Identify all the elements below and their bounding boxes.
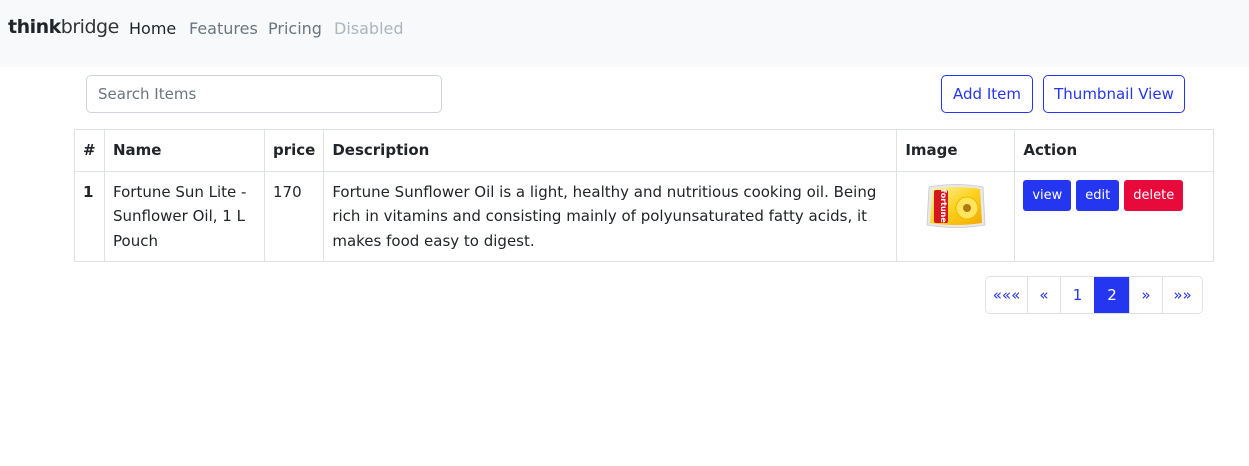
thumbnail-view-button[interactable]: Thumbnail View bbox=[1043, 75, 1185, 113]
add-item-button[interactable]: Add Item bbox=[941, 75, 1033, 113]
row-actions: view edit delete bbox=[1014, 170, 1214, 262]
top-navbar: thinkbridge Home Features Pricing Disabl… bbox=[0, 0, 1249, 67]
nav-home-link[interactable]: Home bbox=[129, 19, 176, 38]
edit-button[interactable]: edit bbox=[1076, 179, 1120, 211]
col-header-image: Image bbox=[896, 129, 1016, 172]
page-last-button[interactable]: »» bbox=[1162, 277, 1202, 313]
table-row: 1 Fortune Sun Lite - Sunflower Oil, 1 L … bbox=[74, 170, 1214, 262]
col-header-price: price bbox=[263, 129, 325, 172]
col-header-index: # bbox=[74, 129, 105, 172]
page-first-button[interactable]: ««« bbox=[986, 277, 1027, 313]
col-header-name: Name bbox=[104, 129, 265, 172]
nav-pricing-link[interactable]: Pricing bbox=[268, 19, 322, 38]
page-2-button[interactable]: 2 bbox=[1094, 277, 1129, 313]
product-image: fortune bbox=[926, 183, 986, 228]
pagination: ««« « 1 2 » »» bbox=[985, 276, 1203, 314]
page-next-button[interactable]: » bbox=[1129, 277, 1162, 313]
row-price: 170 bbox=[263, 170, 325, 262]
row-description: Fortune Sunflower Oil is a light, health… bbox=[323, 170, 898, 262]
page-1-button[interactable]: 1 bbox=[1060, 277, 1094, 313]
product-image-text: fortune bbox=[939, 189, 948, 223]
row-index: 1 bbox=[74, 170, 105, 262]
nav-features-link[interactable]: Features bbox=[189, 19, 258, 38]
nav-disabled-link: Disabled bbox=[334, 19, 404, 38]
search-input[interactable] bbox=[86, 75, 442, 113]
col-header-action: Action bbox=[1014, 129, 1214, 172]
delete-button[interactable]: delete bbox=[1124, 179, 1184, 211]
page-prev-button[interactable]: « bbox=[1027, 277, 1060, 313]
items-table: # Name price Description Image Action 1 … bbox=[74, 129, 1214, 262]
brand-logo-light: bridge bbox=[60, 16, 119, 38]
brand-logo[interactable]: thinkbridge bbox=[8, 16, 119, 38]
table-header-row: # Name price Description Image Action bbox=[74, 129, 1214, 172]
row-image-cell: fortune bbox=[896, 170, 1016, 262]
row-name: Fortune Sun Lite - Sunflower Oil, 1 L Po… bbox=[104, 170, 265, 262]
brand-logo-bold: think bbox=[8, 16, 61, 38]
col-header-description: Description bbox=[323, 129, 898, 172]
view-button[interactable]: view bbox=[1023, 179, 1072, 211]
